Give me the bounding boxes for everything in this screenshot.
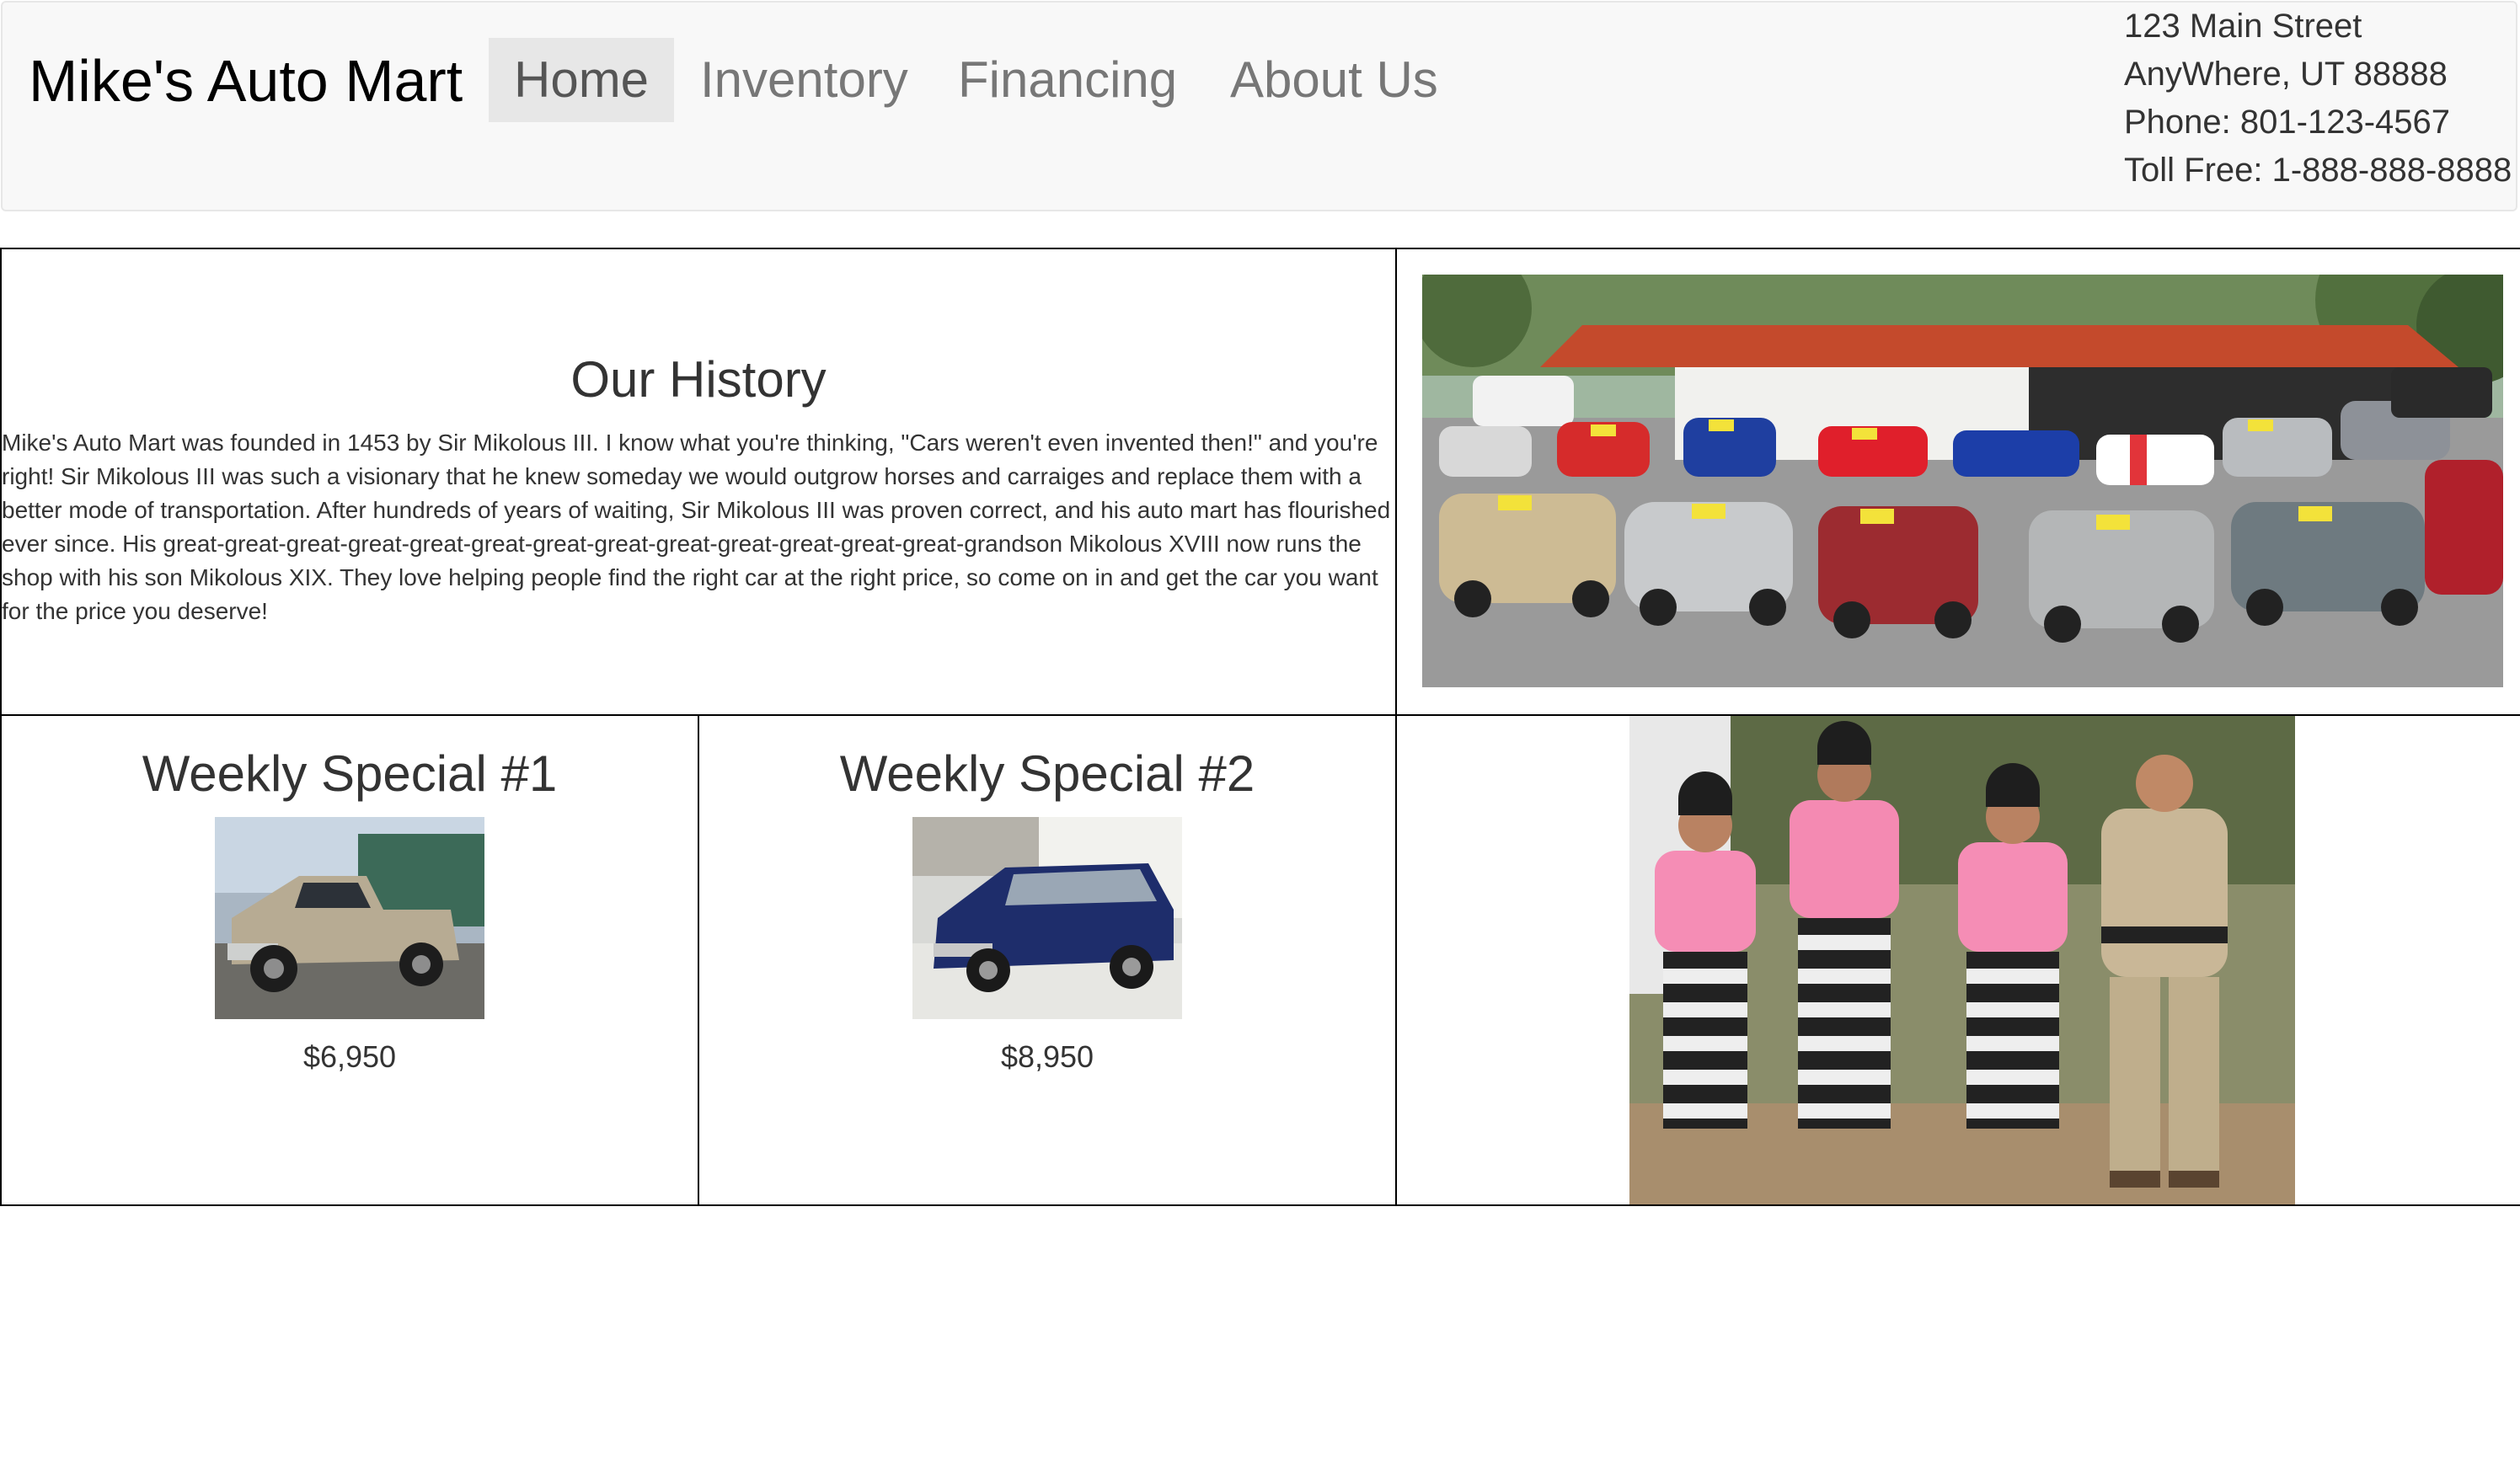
car-lot-cell bbox=[1395, 248, 2520, 716]
history-paragraph: Mike's Auto Mart was founded in 1453 by … bbox=[2, 430, 1391, 624]
history-cell: Our History Mike's Auto Mart was founded… bbox=[0, 248, 1397, 716]
nav-item-home[interactable]: Home bbox=[489, 38, 674, 122]
work-crew-cell bbox=[1395, 714, 2520, 1206]
weekly-special-2-price: $8,950 bbox=[1000, 1039, 1094, 1074]
weekly-special-2-cell: Weekly Special #2 $8,950 bbox=[698, 714, 1397, 1206]
car-lot-photo bbox=[1422, 275, 2503, 687]
nav-item-inventory[interactable]: Inventory bbox=[675, 38, 928, 122]
nav-item-financing[interactable]: Financing bbox=[933, 38, 1202, 122]
contact-phone: Phone: 801-123-4567 bbox=[2124, 104, 2450, 141]
contact-city: AnyWhere, UT 88888 bbox=[2124, 56, 2448, 93]
silver-pickup-truck-photo[interactable] bbox=[215, 817, 484, 1019]
work-crew-photo bbox=[1629, 716, 2295, 1204]
contact-info: 123 Main Street AnyWhere, UT 88888 Phone… bbox=[2124, 3, 2512, 195]
weekly-special-1-heading: Weekly Special #1 bbox=[142, 745, 558, 802]
contact-toll-free: Toll Free: 1-888-888-8888 bbox=[2124, 152, 2512, 189]
weekly-special-1-cell: Weekly Special #1 $6,950 bbox=[0, 714, 699, 1206]
brand-logo-text[interactable]: Mike's Auto Mart bbox=[29, 43, 463, 119]
weekly-special-2-heading: Weekly Special #2 bbox=[839, 745, 1255, 802]
nav-item-about-us[interactable]: About Us bbox=[1205, 38, 1466, 122]
content-table: Our History Mike's Auto Mart was founded… bbox=[0, 248, 2520, 1206]
weekly-special-1-price: $6,950 bbox=[302, 1039, 397, 1074]
contact-street: 123 Main Street bbox=[2124, 8, 2362, 45]
history-heading: Our History bbox=[570, 351, 827, 408]
navbar: Mike's Auto Mart Home Inventory Financin… bbox=[1, 1, 2517, 211]
blue-station-wagon-photo[interactable] bbox=[912, 817, 1182, 1019]
